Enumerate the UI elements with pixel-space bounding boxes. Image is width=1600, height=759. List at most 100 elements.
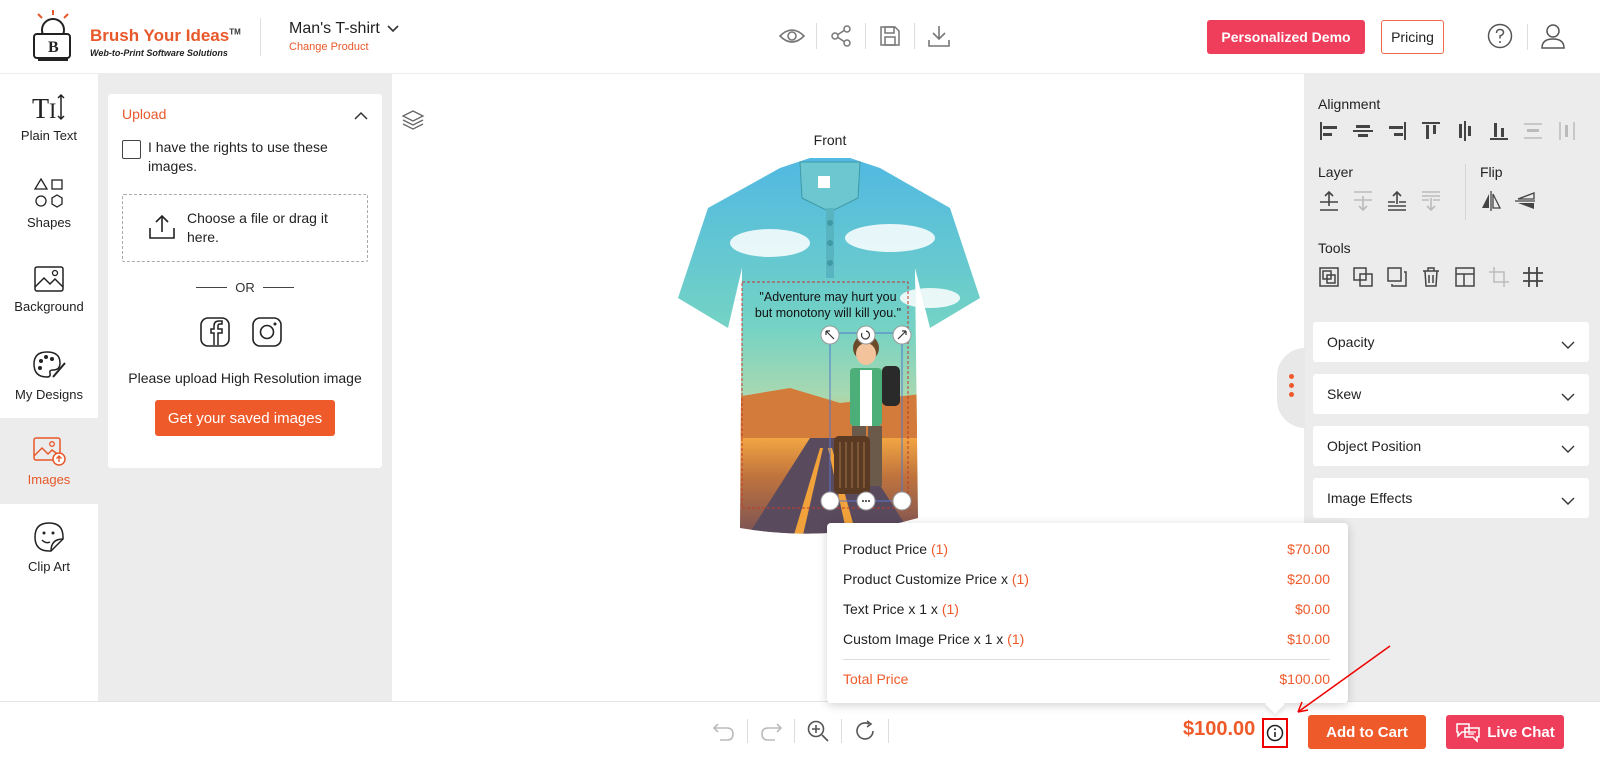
facebook-icon[interactable] (200, 317, 230, 352)
background-icon (34, 265, 64, 292)
chevron-down-icon (1561, 337, 1575, 355)
ungroup-icon[interactable] (1350, 264, 1376, 290)
clipart-icon (34, 521, 64, 552)
object-position-accordion[interactable]: Object Position (1313, 426, 1589, 466)
layers-icon[interactable] (401, 108, 425, 137)
rights-checkbox[interactable] (122, 140, 141, 159)
sidebar-item-clip-art[interactable]: Clip Art (0, 504, 98, 590)
align-center-horizontal-icon[interactable] (1350, 118, 1376, 144)
price-divider (843, 659, 1330, 660)
layer-title: Layer (1318, 164, 1354, 180)
flip-vertical-icon[interactable] (1512, 188, 1538, 214)
personalized-demo-button[interactable]: Personalized Demo (1207, 20, 1365, 54)
undo-icon[interactable] (707, 716, 741, 746)
toolbar-separator (888, 719, 889, 743)
crop-icon (1486, 264, 1512, 290)
skew-accordion[interactable]: Skew (1313, 374, 1589, 414)
sidebar-item-label: Images (27, 471, 71, 487)
total-price: $100.00 (1183, 718, 1256, 740)
send-to-back-icon (1418, 188, 1444, 214)
zoom-in-icon[interactable] (801, 716, 835, 746)
sidebar-item-label: My Designs (15, 386, 83, 402)
flip-title: Flip (1480, 164, 1503, 180)
sidebar-item-shapes[interactable]: Shapes (0, 160, 98, 246)
price-row-label: Product Price (843, 541, 931, 557)
trash-icon[interactable] (1418, 264, 1444, 290)
align-left-icon[interactable] (1316, 118, 1342, 144)
sidebar-item-label: Shapes (26, 214, 72, 230)
price-row-value: $0.00 (1294, 601, 1330, 617)
download-icon[interactable] (922, 20, 956, 52)
product-name[interactable]: Man's T-shirt (289, 20, 380, 38)
more-vertical-icon (1289, 374, 1294, 401)
distribute-horizontal-icon (1554, 118, 1580, 144)
bulb-logo-icon: B (33, 10, 71, 61)
eye-icon[interactable] (775, 20, 809, 52)
save-icon[interactable] (873, 20, 907, 52)
or-divider: OR (188, 280, 302, 295)
file-dropzone[interactable]: Choose a file or drag it here. (122, 194, 368, 262)
duplicate-icon[interactable] (1384, 264, 1410, 290)
upload-title[interactable]: Upload (122, 106, 166, 122)
price-row-qty: (1) (1011, 571, 1029, 587)
chevron-down-icon (1561, 493, 1575, 511)
align-right-icon[interactable] (1384, 118, 1410, 144)
layout-icon[interactable] (1452, 264, 1478, 290)
group-icon[interactable] (1316, 264, 1342, 290)
change-product-link[interactable]: Change Product (289, 41, 369, 53)
price-row-value: $70.00 (1287, 541, 1330, 557)
price-row: Product Price (1) $70.00 (843, 541, 1330, 557)
left-sidebar: TI Plain Text Shapes Background My Desig… (0, 74, 98, 702)
bring-to-front-icon[interactable] (1384, 188, 1410, 214)
price-info-button[interactable] (1262, 718, 1288, 748)
brand-logo[interactable]: B Brush Your IdeasTM Web-to-Print Softwa… (28, 10, 248, 64)
bring-forward-icon[interactable] (1316, 188, 1342, 214)
add-to-cart-button[interactable]: Add to Cart (1308, 715, 1426, 749)
price-row-value: $20.00 (1287, 571, 1330, 587)
refresh-icon[interactable] (848, 716, 882, 746)
get-saved-images-button[interactable]: Get your saved images (155, 400, 335, 436)
brand-name: Brush Your IdeasTM (90, 26, 241, 45)
help-icon[interactable] (1487, 23, 1513, 54)
user-icon[interactable] (1539, 22, 1567, 55)
bottom-toolbar (707, 716, 895, 746)
header: B Brush Your IdeasTM Web-to-Print Softwa… (0, 0, 1600, 74)
panel-toggle-handle[interactable] (1277, 348, 1305, 428)
rights-checkbox-label: I have the rights to use these images. (148, 139, 328, 174)
chevron-down-icon (1561, 389, 1575, 407)
price-row: Text Price x 1 x (1) $0.00 (843, 601, 1330, 617)
quote-line-1[interactable]: "Adventure may hurt you (759, 290, 896, 304)
grid-icon[interactable] (1520, 264, 1546, 290)
send-backward-icon (1350, 188, 1376, 214)
pricing-button[interactable]: Pricing (1381, 20, 1444, 54)
distribute-vertical-icon (1520, 118, 1546, 144)
sidebar-item-label: Clip Art (28, 558, 70, 574)
instagram-icon[interactable] (252, 317, 282, 352)
quote-line-2[interactable]: but monotony will kill you." (755, 306, 901, 320)
product-canvas[interactable]: "Adventure may hurt you but monotony wil… (660, 148, 1000, 548)
align-top-icon[interactable] (1418, 118, 1444, 144)
accordion-label: Image Effects (1327, 490, 1413, 506)
share-icon[interactable] (824, 20, 858, 52)
panel-divider (1465, 164, 1466, 220)
price-row-qty: (1) (930, 541, 949, 557)
svg-text:I: I (49, 98, 56, 122)
image-effects-accordion[interactable]: Image Effects (1313, 478, 1589, 518)
redo-icon[interactable] (754, 716, 788, 746)
header-divider (260, 18, 261, 56)
sidebar-item-my-designs[interactable]: My Designs (0, 332, 98, 418)
sidebar-item-images[interactable]: Images (0, 418, 98, 504)
sidebar-item-label: Plain Text (20, 127, 78, 143)
live-chat-button[interactable]: Live Chat (1446, 715, 1564, 749)
text-icon: TI (32, 93, 65, 122)
price-breakdown-popup: Product Price (1) $70.00 Product Customiz… (827, 523, 1348, 703)
chevron-down-icon[interactable] (386, 22, 400, 41)
flip-horizontal-icon[interactable] (1478, 188, 1504, 214)
sidebar-item-plain-text[interactable]: TI Plain Text (0, 74, 98, 160)
align-bottom-icon[interactable] (1486, 118, 1512, 144)
opacity-accordion[interactable]: Opacity (1313, 322, 1589, 362)
sidebar-item-background[interactable]: Background (0, 246, 98, 332)
align-middle-vertical-icon[interactable] (1452, 118, 1478, 144)
palette-icon (33, 350, 66, 378)
chevron-up-icon[interactable] (354, 108, 368, 126)
